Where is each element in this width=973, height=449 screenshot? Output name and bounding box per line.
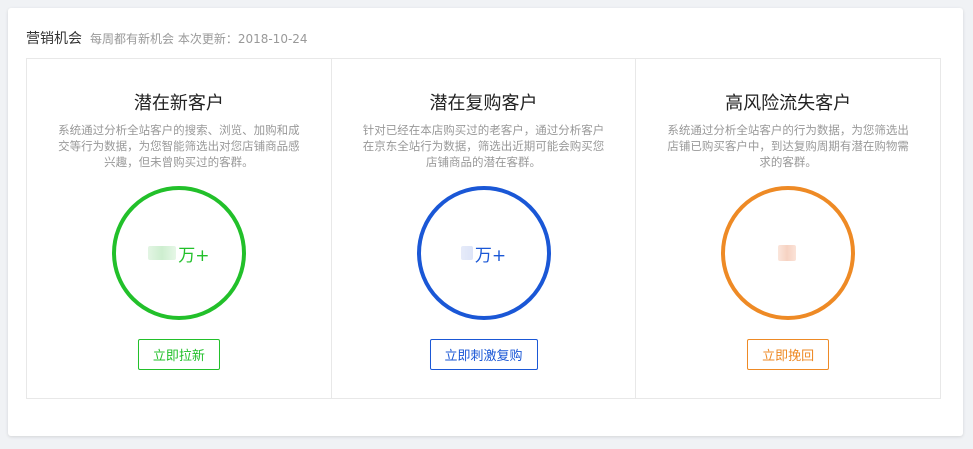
customer-count-ring: 万+	[416, 186, 551, 320]
card-description: 系统通过分析全站客户的搜索、浏览、加购和成交等行为数据，为您智能筛选出对您店铺商…	[58, 123, 300, 169]
card-title: 潜在新客户	[133, 93, 224, 114]
customer-count-ring	[721, 186, 856, 320]
customer-count: 万+	[148, 241, 209, 266]
redacted-number	[778, 245, 797, 261]
customer-count: 万+	[460, 241, 507, 266]
stimulate-repurchase-button[interactable]: 立即刺激复购	[429, 339, 538, 370]
card-potential-new-customers: 潜在新客户 系统通过分析全站客户的搜索、浏览、加购和成交等行为数据，为您智能筛选…	[27, 59, 331, 398]
customer-count	[778, 245, 798, 261]
win-back-button[interactable]: 立即挽回	[747, 339, 830, 370]
redacted-number	[460, 246, 473, 260]
card-description: 系统通过分析全站客户的行为数据，为您筛选出店铺已购买客户中，到达复购周期有潜在购…	[667, 123, 909, 169]
card-potential-repurchase-customers: 潜在复购客户 针对已经在本店购买过的老客户，通过分析客户在京东全站行为数据，筛选…	[330, 59, 636, 398]
card-high-churn-risk-customers: 高风险流失客户 系统通过分析全站客户的行为数据，为您筛选出店铺已购买客户中，到达…	[635, 59, 940, 398]
marketing-opportunities-panel: 营销机会 每周都有新机会 本次更新：2018-10-24 潜在新客户 系统通过分…	[8, 8, 963, 436]
card-description: 针对已经在本店购买过的老客户，通过分析客户在京东全站行为数据，筛选出近期可能会购…	[362, 123, 605, 169]
panel-subtitle: 每周都有新机会 本次更新：2018-10-24	[90, 32, 308, 46]
customer-count-ring: 万+	[111, 186, 246, 320]
card-title: 潜在复购客户	[429, 93, 538, 114]
count-unit: 万+	[178, 245, 210, 266]
opportunity-cards: 潜在新客户 系统通过分析全站客户的搜索、浏览、加购和成交等行为数据，为您智能筛选…	[26, 58, 941, 399]
acquire-new-button[interactable]: 立即拉新	[137, 339, 220, 370]
count-unit: 万+	[474, 245, 507, 266]
panel-title: 营销机会	[26, 31, 82, 47]
panel-header: 营销机会 每周都有新机会 本次更新：2018-10-24	[26, 28, 308, 48]
card-title: 高风险流失客户	[725, 93, 852, 114]
redacted-number	[148, 246, 177, 260]
